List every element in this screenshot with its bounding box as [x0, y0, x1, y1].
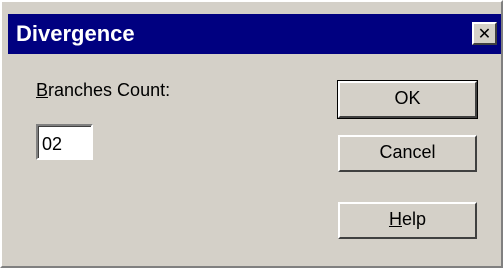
cancel-button[interactable]: Cancel	[338, 135, 477, 172]
branches-count-input[interactable]	[36, 124, 93, 160]
help-label-text: elp	[401, 209, 427, 229]
label-mnemonic: B	[36, 80, 49, 100]
title-bar: Divergence ✕	[8, 14, 501, 54]
label-text: ranches Count:	[48, 80, 171, 100]
dialog-title: Divergence	[16, 21, 135, 46]
close-button[interactable]: ✕	[472, 22, 497, 45]
ok-button[interactable]: OK	[337, 80, 478, 119]
close-icon: ✕	[477, 23, 492, 43]
help-mnemonic: H	[388, 209, 402, 229]
divergence-dialog: Divergence ✕ Branches Count: OK Cancel H…	[0, 0, 503, 268]
help-button[interactable]: Help	[338, 202, 477, 239]
branches-count-label: Branches Count:	[36, 80, 170, 101]
